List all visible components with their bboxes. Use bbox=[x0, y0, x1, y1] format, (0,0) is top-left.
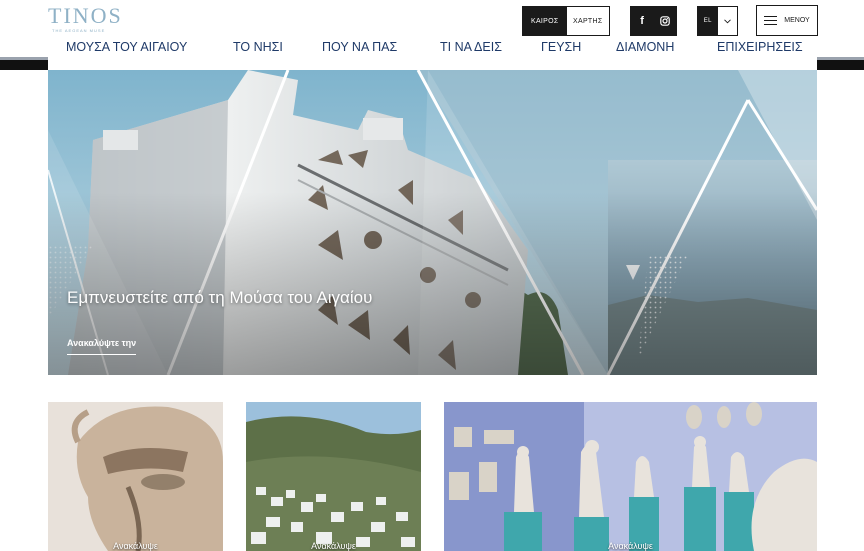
card-image-village bbox=[246, 402, 421, 551]
main-navigation: ΜΟΥΣΑ ΤΟΥ ΑΙΓΑΙΟΥ ΤΟ ΝΗΣΙ ΠΟΥ ΝΑ ΠΑΣ ΤΙ … bbox=[48, 36, 817, 60]
nav-item-aegean-muse[interactable]: ΜΟΥΣΑ ΤΟΥ ΑΙΓΑΙΟΥ bbox=[66, 40, 187, 54]
facebook-icon[interactable]: f bbox=[631, 7, 654, 35]
hero-image bbox=[48, 70, 817, 375]
card-image-museum bbox=[444, 402, 817, 551]
card-label: Ανακάλυψε bbox=[113, 541, 158, 551]
site-header: TINOS THE AEGEAN MUSE ΚΑΙΡΟΣ ΧΑΡΤΗΣ f EL… bbox=[0, 0, 864, 70]
nav-item-taste[interactable]: ΓΕΥΣΗ bbox=[541, 40, 581, 54]
instagram-icon[interactable] bbox=[654, 7, 677, 35]
header-stripe-left bbox=[0, 57, 48, 70]
logo-tagline: THE AEGEAN MUSE bbox=[52, 28, 106, 33]
menu-button[interactable]: ΜΕΝΟΥ bbox=[756, 5, 818, 36]
card-label: Ανακάλυψε bbox=[608, 541, 653, 551]
card-village[interactable]: Ανακάλυψε bbox=[246, 402, 421, 551]
card-museum[interactable]: Ανακάλυψε bbox=[444, 402, 817, 551]
hero-discover-link[interactable]: Ανακαλύψτε την bbox=[67, 338, 137, 355]
chevron-down-icon[interactable] bbox=[717, 7, 737, 35]
hamburger-icon bbox=[764, 15, 778, 26]
logo-text: TINOS bbox=[48, 3, 123, 28]
nav-item-businesses[interactable]: ΕΠΙΧΕΙΡΗΣΕΙΣ bbox=[717, 40, 803, 54]
nav-item-the-island[interactable]: ΤΟ ΝΗΣΙ bbox=[233, 40, 283, 54]
language-selector[interactable]: EL bbox=[697, 6, 738, 36]
language-current: EL bbox=[698, 7, 718, 35]
weather-button[interactable]: ΚΑΙΡΟΣ bbox=[523, 7, 567, 35]
site-logo[interactable]: TINOS THE AEGEAN MUSE bbox=[48, 5, 138, 39]
hero-title: Εμπνευστείτε από τη Μούσα του Αιγαίου bbox=[67, 288, 373, 307]
nav-item-stay[interactable]: ΔΙΑΜΟΝΗ bbox=[616, 40, 674, 54]
card-image-sculpture bbox=[48, 402, 223, 551]
menu-label: ΜΕΝΟΥ bbox=[784, 17, 810, 24]
hero-banner: Εμπνευστείτε από τη Μούσα του Αιγαίου Αν… bbox=[48, 70, 817, 375]
nav-item-where-to-go[interactable]: ΠΟΥ ΝΑ ΠΑΣ bbox=[322, 40, 397, 54]
weather-map-toggle: ΚΑΙΡΟΣ ΧΑΡΤΗΣ bbox=[522, 6, 610, 36]
card-sculpture[interactable]: Ανακάλυψε bbox=[48, 402, 223, 551]
nav-item-what-to-see[interactable]: ΤΙ ΝΑ ΔΕΙΣ bbox=[440, 40, 502, 54]
card-label: Ανακάλυψε bbox=[311, 541, 356, 551]
social-links: f bbox=[630, 6, 677, 36]
map-button[interactable]: ΧΑΡΤΗΣ bbox=[566, 7, 609, 35]
header-stripe-right bbox=[817, 57, 864, 70]
